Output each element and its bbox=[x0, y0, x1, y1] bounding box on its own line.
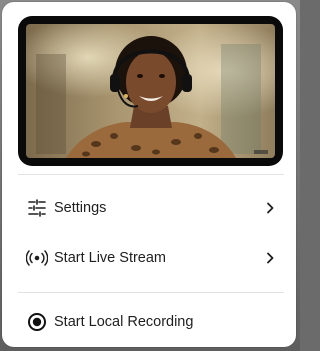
self-view-preview bbox=[18, 16, 283, 166]
broadcast-icon bbox=[26, 247, 48, 269]
start-local-recording-menu-item[interactable]: Start Local Recording bbox=[2, 300, 296, 344]
settings-menu-item[interactable]: Settings bbox=[2, 186, 296, 230]
chevron-right-icon bbox=[264, 252, 276, 264]
more-options-menu: Settings Start Live Stream Start Local R… bbox=[2, 2, 296, 347]
divider bbox=[18, 174, 284, 175]
start-live-stream-menu-item[interactable]: Start Live Stream bbox=[2, 236, 296, 280]
chevron-right-icon bbox=[264, 202, 276, 214]
start-live-stream-label: Start Live Stream bbox=[54, 250, 167, 266]
record-icon bbox=[26, 311, 48, 333]
divider bbox=[18, 292, 284, 293]
settings-label: Settings bbox=[54, 200, 107, 216]
camera-preview-video bbox=[26, 24, 275, 158]
start-local-recording-label: Start Local Recording bbox=[54, 314, 194, 330]
sliders-icon bbox=[26, 197, 48, 219]
